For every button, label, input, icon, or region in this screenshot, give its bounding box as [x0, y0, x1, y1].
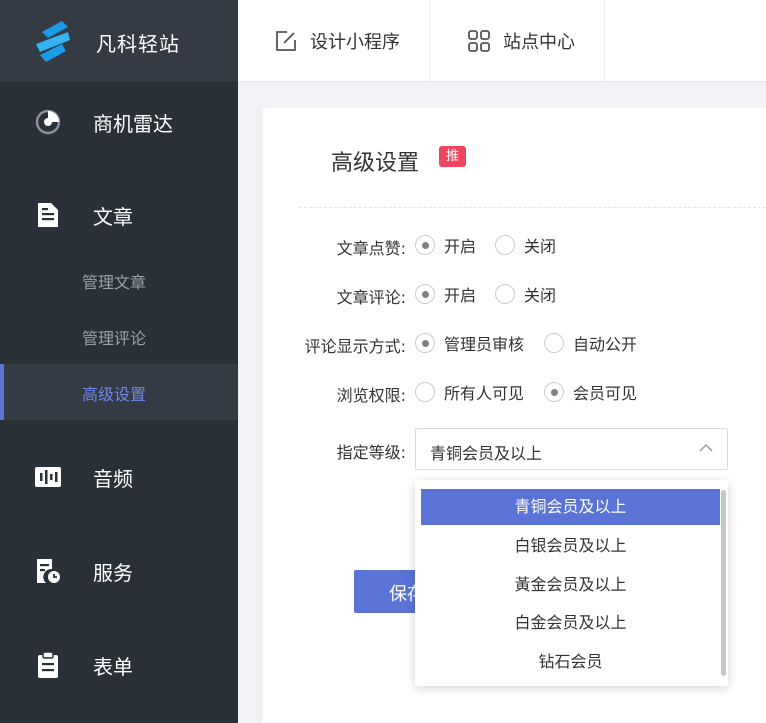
dropdown-option-bronze[interactable]: 青铜会员及以上 [421, 489, 720, 525]
form-label: 文章点赞: [336, 239, 406, 258]
brand-name: 凡科轻站 [96, 32, 180, 56]
everyone-visible-radio[interactable]: 所有人可见 [415, 380, 524, 404]
form-row-comment-display: 评论显示方式: 管理员审核 自动公开 [263, 328, 766, 358]
sidebar-item-radar[interactable]: 商机雷达 [0, 94, 238, 150]
auto-public-radio[interactable]: 自动公开 [544, 331, 637, 355]
dropdown-option-gold[interactable]: 黃金会员及以上 [421, 567, 720, 603]
tab-label: 站点中心 [503, 32, 575, 53]
dropdown-option-silver[interactable]: 白银会员及以上 [421, 528, 720, 564]
recommend-badge: 推 [439, 146, 466, 167]
tab-design-miniprogram[interactable]: 设计小程序 [238, 0, 430, 82]
brand-header[interactable]: 凡科轻站 [0, 0, 238, 82]
like-off-radio[interactable]: 关闭 [495, 233, 556, 257]
radio-dot[interactable] [544, 333, 564, 353]
radio-label: 关闭 [524, 286, 557, 305]
audio-icon [34, 463, 62, 491]
radio-label: 管理员审核 [444, 335, 525, 354]
sidebar-item-label: 服务 [93, 560, 133, 585]
radio-dot[interactable] [415, 382, 435, 402]
divider [299, 207, 766, 208]
sidebar-subitem-manage-articles[interactable]: 管理文章 [0, 252, 238, 308]
page-title: 高级设置 [331, 151, 420, 176]
admin-review-radio[interactable]: 管理员审核 [415, 331, 524, 355]
sidebar-item-label: 文章 [93, 204, 133, 229]
sidebar-subitem-manage-comments[interactable]: 管理评论 [0, 308, 238, 364]
sidebar-subitem-advanced-settings[interactable]: 高级设置 [0, 364, 238, 420]
radar-icon [34, 108, 62, 136]
form-label: 评论显示方式: [304, 337, 406, 356]
comment-off-radio[interactable]: 关闭 [495, 282, 556, 306]
radio-dot[interactable] [495, 284, 515, 304]
dropdown-option-platinum[interactable]: 白金会员及以上 [421, 605, 720, 641]
edit-icon [276, 31, 296, 51]
brand-logo-icon [36, 21, 70, 62]
form-icon [34, 651, 62, 679]
radio-dot[interactable] [495, 235, 515, 255]
radio-dot[interactable] [415, 284, 435, 304]
sidebar-subitem-label: 管理评论 [82, 329, 147, 348]
form-label: 指定等级: [336, 443, 406, 462]
radio-label: 所有人可见 [444, 384, 525, 403]
tab-label: 设计小程序 [310, 32, 400, 53]
service-icon [34, 557, 62, 585]
dropdown-option-diamond[interactable]: 钻石会员 [421, 644, 720, 680]
like-on-radio[interactable]: 开启 [415, 233, 476, 257]
tab-site-center[interactable]: 站点中心 [430, 0, 605, 82]
radio-dot[interactable] [544, 382, 564, 402]
sidebar-item-audio[interactable]: 音频 [0, 449, 238, 505]
radio-dot[interactable] [415, 235, 435, 255]
comment-on-radio[interactable]: 开启 [415, 282, 476, 306]
sidebar-subitem-label: 高级设置 [82, 385, 147, 404]
sidebar-item-article[interactable]: 文章 [0, 187, 238, 243]
radio-label: 关闭 [524, 237, 557, 256]
radio-label: 开启 [444, 286, 477, 305]
form-label: 文章评论: [336, 288, 406, 307]
member-visible-radio[interactable]: 会员可见 [544, 380, 637, 404]
sidebar-item-label: 商机雷达 [93, 111, 173, 136]
level-dropdown: 青铜会员及以上 白银会员及以上 黃金会员及以上 白金会员及以上 钻石会员 [415, 480, 728, 686]
form-row-comment: 文章评论: 开启 关闭 [263, 279, 766, 309]
sidebar-item-label: 表单 [93, 654, 133, 679]
level-select[interactable]: 青铜会员及以上 [415, 428, 728, 470]
radio-label: 自动公开 [573, 335, 638, 354]
radio-label: 开启 [444, 237, 477, 256]
dropdown-scrollbar[interactable] [721, 490, 726, 676]
form-row-like: 文章点赞: 开启 关闭 [263, 230, 766, 260]
form-label: 浏览权限: [336, 386, 406, 405]
top-navigation: 设计小程序 站点中心 [238, 0, 766, 82]
level-select-value: 青铜会员及以上 [430, 444, 543, 463]
chevron-up-icon [699, 443, 713, 452]
sidebar-item-service[interactable]: 服务 [0, 543, 238, 599]
grid-icon [468, 30, 490, 52]
form-row-view-permission: 浏览权限: 所有人可见 会员可见 [263, 377, 766, 407]
sidebar: 凡科轻站 商机雷达 文章 管理文章 管理评论 高级设置 音频 服务 表单 [0, 0, 238, 723]
radio-label: 会员可见 [573, 384, 638, 403]
sidebar-item-form[interactable]: 表单 [0, 637, 238, 693]
sidebar-item-label: 音频 [93, 466, 133, 491]
sidebar-subitem-label: 管理文章 [82, 273, 147, 292]
radio-dot[interactable] [415, 333, 435, 353]
document-icon [34, 201, 62, 229]
